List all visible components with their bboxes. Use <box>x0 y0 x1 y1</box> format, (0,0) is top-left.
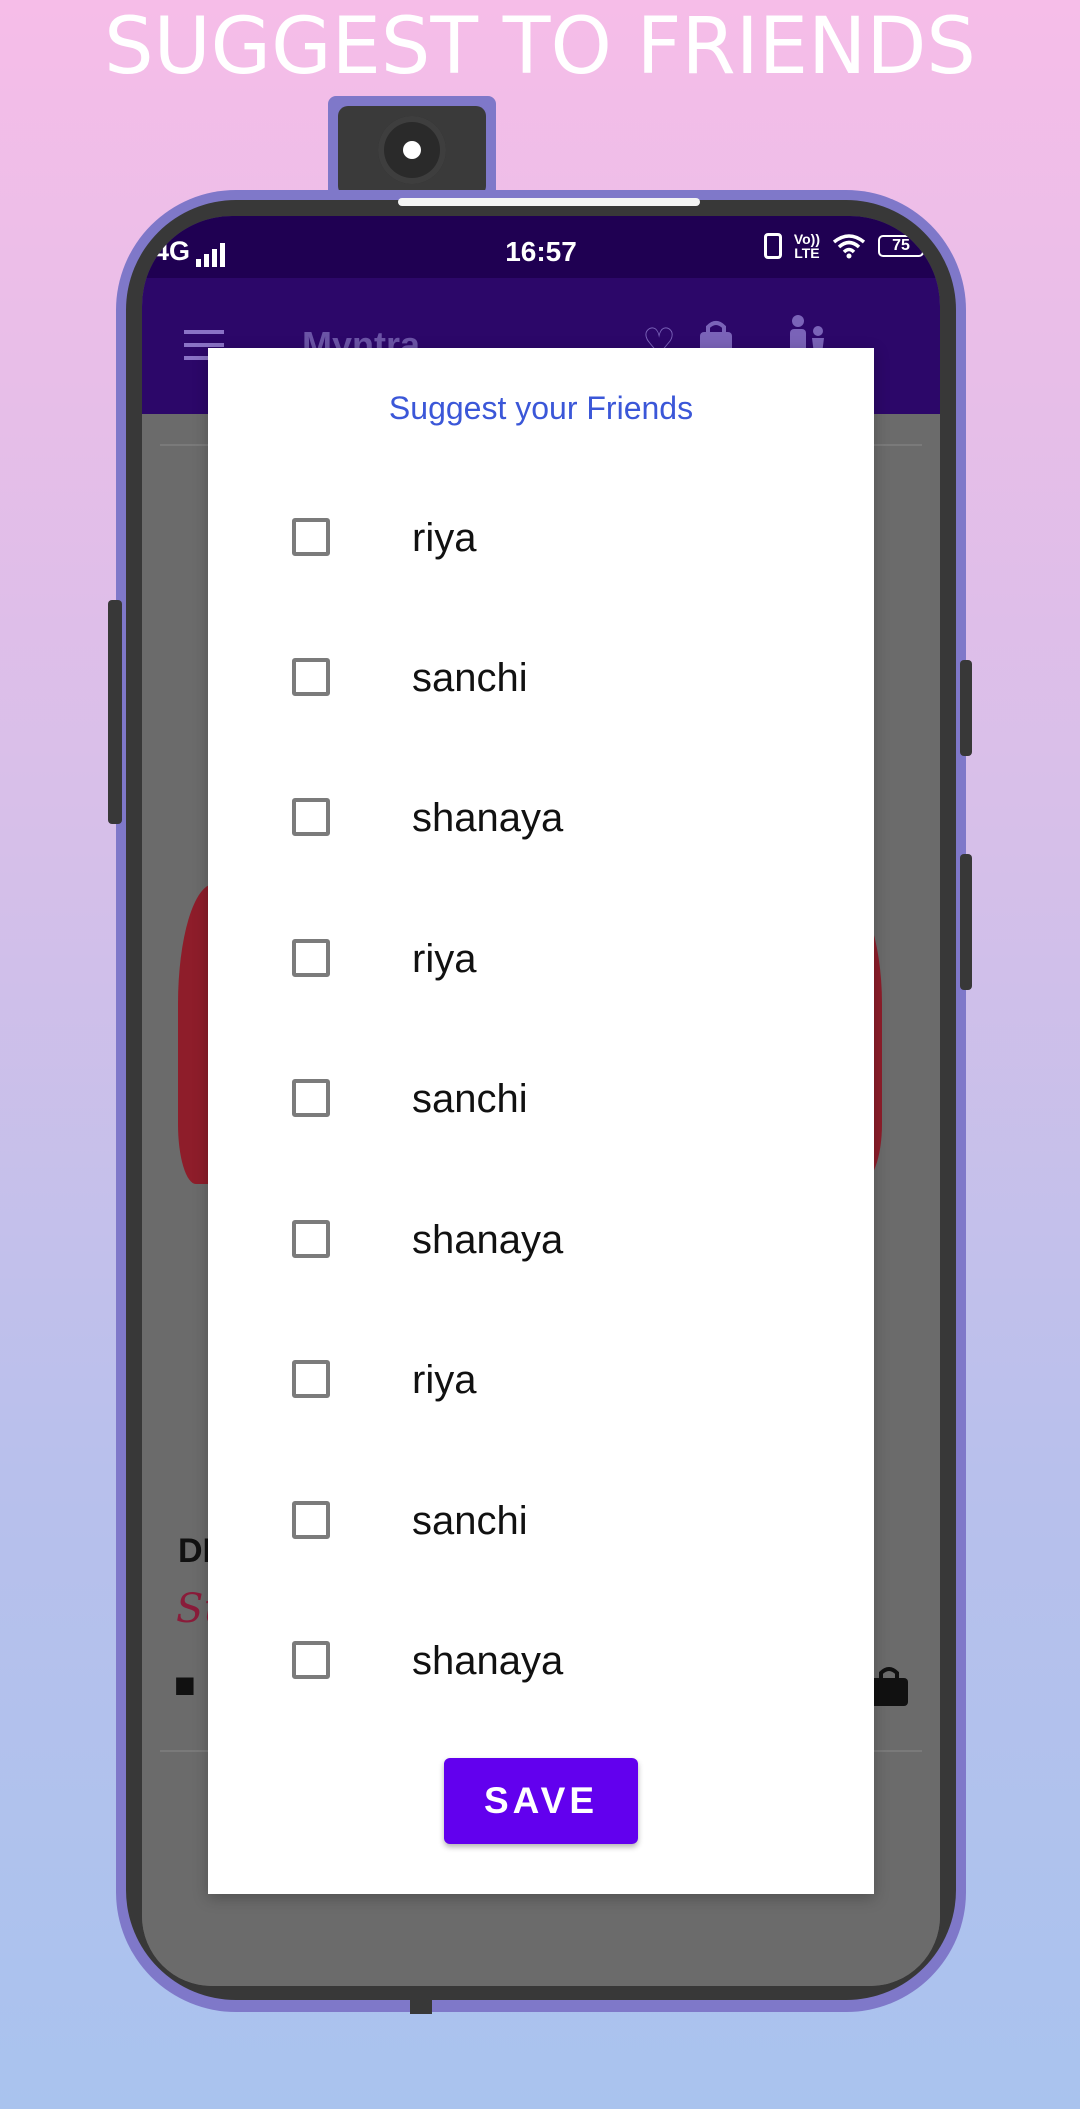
wifi-icon <box>832 234 866 259</box>
checkbox-icon[interactable] <box>292 798 330 836</box>
like-icon[interactable]: ■ <box>174 1664 196 1706</box>
suggest-friends-dialog: Suggest your Friends riya sanchi shanaya… <box>208 348 874 1894</box>
friend-name: riya <box>412 516 477 560</box>
phone-speaker <box>398 198 700 206</box>
battery-icon: 75 <box>878 235 928 257</box>
checkbox-icon[interactable] <box>292 658 330 696</box>
friend-name: sanchi <box>412 1077 528 1121</box>
camera-dot <box>403 141 421 159</box>
friend-name: shanaya <box>412 796 564 840</box>
product-title-fragment: DI <box>178 1532 212 1570</box>
status-icons: Vo)) LTE 75 <box>763 232 928 260</box>
vibrate-icon <box>763 233 782 259</box>
status-bar: 4G 16:57 Vo)) LTE 75 <box>142 216 940 278</box>
phone-bottom-tab <box>410 1990 432 2014</box>
friend-item[interactable]: shanaya <box>208 1170 874 1310</box>
friend-item[interactable]: riya <box>208 889 874 1029</box>
friend-item[interactable]: sanchi <box>208 1029 874 1169</box>
checkbox-icon[interactable] <box>292 518 330 556</box>
friend-item[interactable]: sanchi <box>208 608 874 748</box>
checkbox-icon[interactable] <box>292 1641 330 1679</box>
promo-headline: SUGGEST TO FRIENDS <box>104 2 976 92</box>
friend-item[interactable]: shanaya <box>208 748 874 888</box>
phone-side-button-right-bottom <box>960 854 972 990</box>
volte-top-label: Vo)) <box>793 231 820 247</box>
phone-side-button-right-top <box>960 660 972 756</box>
friend-name: riya <box>412 937 477 981</box>
friend-name: shanaya <box>412 1218 564 1262</box>
checkbox-icon[interactable] <box>292 1501 330 1539</box>
friend-name: riya <box>412 1358 477 1402</box>
save-button[interactable]: SAVE <box>444 1758 638 1844</box>
checkbox-icon[interactable] <box>292 1079 330 1117</box>
phone-side-button-left <box>108 600 122 824</box>
battery-level: 75 <box>892 237 910 254</box>
volte-bottom-label: LTE <box>794 245 820 261</box>
friend-name: shanaya <box>412 1639 564 1683</box>
friend-name: sanchi <box>412 1499 528 1543</box>
friend-item[interactable]: shanaya <box>208 1591 874 1731</box>
friend-item[interactable]: riya <box>208 1310 874 1450</box>
dialog-title: Suggest your Friends <box>388 390 694 426</box>
checkbox-icon[interactable] <box>292 1220 330 1258</box>
friend-item[interactable]: riya <box>208 468 874 608</box>
volte-icon: Vo)) LTE <box>794 232 820 260</box>
friend-name: sanchi <box>412 656 528 700</box>
friend-item[interactable]: sanchi <box>208 1451 874 1591</box>
checkbox-icon[interactable] <box>292 1360 330 1398</box>
checkbox-icon[interactable] <box>292 939 330 977</box>
